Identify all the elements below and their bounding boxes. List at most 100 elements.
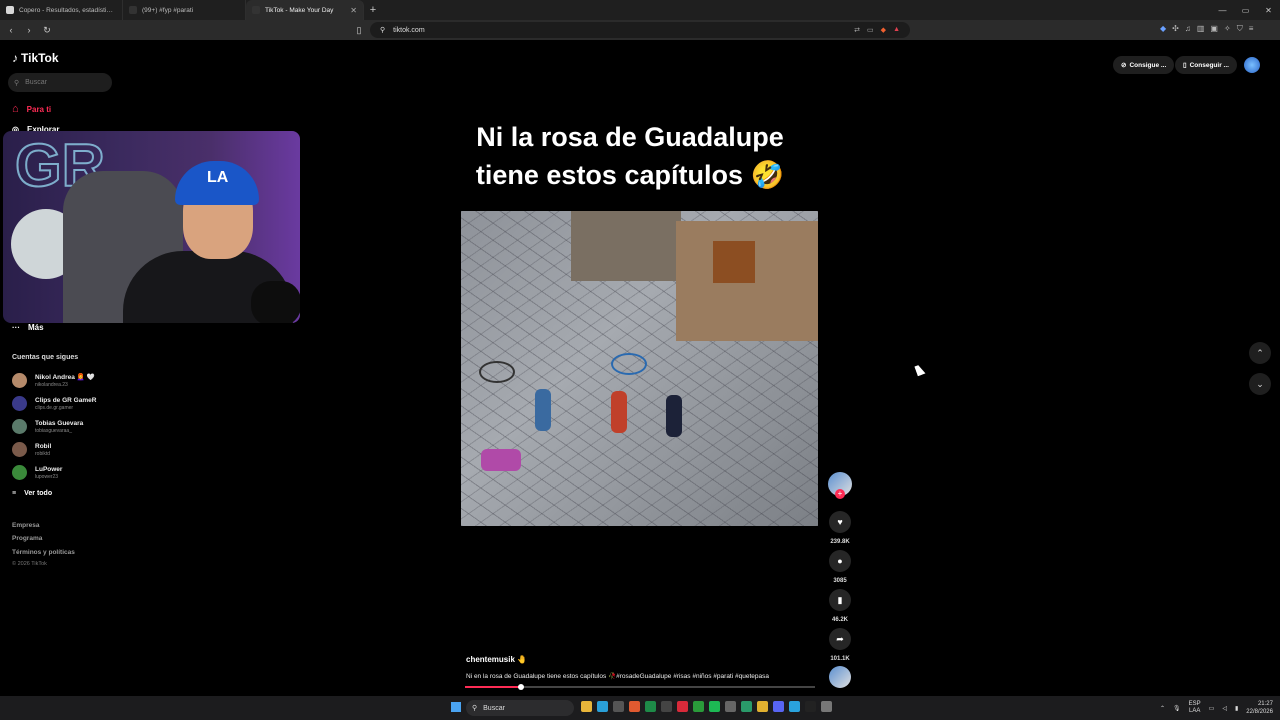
share-button[interactable]: ➦ 101.1K bbox=[826, 628, 854, 662]
file-explorer-icon[interactable] bbox=[581, 701, 592, 712]
previous-video-chevron-up-icon[interactable]: ⌃ bbox=[1249, 342, 1271, 364]
windows-start-icon[interactable] bbox=[451, 702, 461, 712]
search-icon: ⚲ bbox=[472, 705, 478, 712]
volume-icon[interactable]: ◁ bbox=[1222, 705, 1227, 712]
followed-account[interactable]: Clips de GR GameR clips.de.gr.gamer bbox=[12, 396, 96, 411]
author-avatar-button[interactable]: + bbox=[826, 472, 854, 499]
telegram-icon[interactable] bbox=[789, 701, 800, 712]
shield-icon[interactable]: ◆ bbox=[881, 26, 886, 34]
footer-link-company[interactable]: Empresa bbox=[12, 522, 39, 529]
taskbar-apps bbox=[581, 701, 832, 712]
app-icon[interactable] bbox=[661, 701, 672, 712]
progress-knob[interactable] bbox=[518, 684, 524, 690]
account-handle: robiktd bbox=[35, 450, 51, 457]
alert-icon[interactable]: ▲ bbox=[893, 26, 900, 34]
followed-account[interactable]: LuPower lupower23 bbox=[12, 465, 62, 480]
excel-icon[interactable] bbox=[645, 701, 656, 712]
followed-account[interactable]: Tobias Guevara tobiasguevaraa_ bbox=[12, 419, 83, 434]
phone-icon: ▯ bbox=[1183, 62, 1187, 69]
chrome-icon[interactable] bbox=[757, 701, 768, 712]
followed-account[interactable]: Nikol Andrea 👩‍🦰 🤍 nikolandrea.23 bbox=[12, 373, 95, 388]
network-icon[interactable]: ▭ bbox=[1209, 705, 1215, 712]
close-window-icon[interactable]: ✕ bbox=[1257, 6, 1280, 15]
account-name: Nikol Andrea 👩‍🦰 🤍 bbox=[35, 373, 95, 381]
sidebar-icon[interactable]: ▥ bbox=[1197, 24, 1205, 34]
profile-avatar[interactable] bbox=[1244, 57, 1260, 73]
see-all-link[interactable]: ≡ Ver todo bbox=[12, 490, 52, 497]
tiktok-icon[interactable] bbox=[805, 701, 816, 712]
language-indicator[interactable]: ESP LAA bbox=[1189, 701, 1201, 715]
brave-icon[interactable] bbox=[629, 701, 640, 712]
translate-icon[interactable]: ⇄ bbox=[854, 26, 860, 34]
new-tab-button[interactable]: + bbox=[364, 0, 382, 20]
puzzle-icon[interactable]: ✣ bbox=[1172, 24, 1179, 34]
child bbox=[666, 395, 682, 437]
wallet-icon[interactable]: ▣ bbox=[1210, 24, 1218, 34]
browser-tab[interactable]: (99+) #fyp #parati bbox=[123, 0, 246, 20]
mic-icon[interactable]: 🎙 bbox=[1173, 705, 1181, 712]
caption-line-1: Ni la rosa de Guadalupe bbox=[476, 122, 784, 152]
footer-link-terms[interactable]: Términos y políticas bbox=[12, 549, 75, 556]
account-name: Robil bbox=[35, 442, 52, 450]
app-icon[interactable] bbox=[725, 701, 736, 712]
avatar bbox=[12, 373, 27, 388]
tiktok-logo[interactable]: ♪ TikTok bbox=[12, 51, 59, 65]
avatar bbox=[12, 396, 27, 411]
chevron-up-icon[interactable]: ⌃ bbox=[1160, 705, 1165, 712]
xbox-icon[interactable] bbox=[693, 701, 704, 712]
taskbar-search[interactable]: ⚲ Buscar bbox=[466, 700, 574, 716]
account-handle: clips.de.gr.gamer bbox=[35, 404, 74, 411]
copyright: © 2026 TikTok bbox=[12, 561, 47, 567]
spotify-icon[interactable] bbox=[709, 701, 720, 712]
spark-icon[interactable]: ✧ bbox=[1224, 24, 1231, 34]
search-input[interactable]: ⚲ Buscar bbox=[8, 73, 112, 92]
forward-icon[interactable]: › bbox=[24, 25, 34, 35]
reload-icon[interactable]: ↻ bbox=[42, 25, 52, 36]
video-player[interactable] bbox=[461, 211, 818, 526]
get-app-button[interactable]: ▯ Conseguir ... bbox=[1175, 56, 1237, 74]
battery-icon[interactable]: ▮ bbox=[1235, 705, 1238, 712]
account-handle: nikolandrea.23 bbox=[35, 381, 68, 388]
save-button[interactable]: ▮ 46.2K bbox=[826, 589, 854, 623]
more-icon: ··· bbox=[12, 323, 20, 332]
nav-item-for-you[interactable]: ⌂ Para ti bbox=[12, 103, 51, 115]
video-author[interactable]: chentemusik 🤚 bbox=[466, 655, 527, 664]
store-icon[interactable] bbox=[613, 701, 624, 712]
footer-link-program[interactable]: Programa bbox=[12, 535, 42, 542]
like-button[interactable]: ♥ 239.8K bbox=[826, 511, 854, 545]
next-video-chevron-down-icon[interactable]: ⌄ bbox=[1249, 373, 1271, 395]
music-icon[interactable]: ♫ bbox=[1185, 24, 1191, 34]
child bbox=[611, 391, 627, 433]
brave-shield-icon[interactable]: ⛉ bbox=[1237, 24, 1243, 34]
menu-icon[interactable]: ≡ bbox=[1249, 24, 1254, 34]
followed-account[interactable]: Robil robiktd bbox=[12, 442, 51, 457]
restore-icon[interactable]: ▭ bbox=[1234, 6, 1257, 15]
opera-icon[interactable] bbox=[677, 701, 688, 712]
bookmark-icon[interactable]: ▯ bbox=[354, 25, 364, 36]
app-icon[interactable] bbox=[741, 701, 752, 712]
heart-icon: ♥ bbox=[829, 511, 851, 533]
microphone bbox=[251, 281, 300, 323]
browser-tab[interactable]: Copero - Resultados, estadísticas, an bbox=[0, 0, 123, 20]
nav-item-more[interactable]: ··· Más bbox=[12, 323, 44, 332]
clock[interactable]: 21:27 22/8/2026 bbox=[1246, 700, 1273, 716]
cast-icon[interactable]: ▭ bbox=[867, 26, 874, 34]
comment-button[interactable]: ● 3085 bbox=[826, 550, 854, 584]
close-tab-icon[interactable]: ✕ bbox=[350, 6, 357, 15]
extension-icon[interactable]: ◆ bbox=[1160, 24, 1166, 34]
address-bar[interactable]: ⚲ tiktok.com ⇄ ▭ ◆ ▲ bbox=[370, 22, 910, 38]
settings-gear-icon[interactable] bbox=[821, 701, 832, 712]
url-text: tiktok.com bbox=[393, 26, 425, 34]
following-title: Cuentas que sigues bbox=[12, 354, 79, 361]
video-progress-bar[interactable] bbox=[465, 684, 815, 690]
edge-icon[interactable] bbox=[597, 701, 608, 712]
back-icon[interactable]: ‹ bbox=[6, 25, 16, 35]
lang-line2: LAA bbox=[1188, 708, 1201, 714]
bicycle bbox=[479, 361, 515, 383]
minimize-icon[interactable]: — bbox=[1211, 6, 1234, 15]
browser-tab-active[interactable]: TikTok - Make Your Day ✕ bbox=[246, 0, 364, 20]
follow-plus-icon[interactable]: + bbox=[835, 489, 845, 499]
get-coins-button[interactable]: ⊘ Consigue ... bbox=[1113, 56, 1175, 74]
discord-icon[interactable] bbox=[773, 701, 784, 712]
sound-disc[interactable] bbox=[826, 666, 854, 688]
